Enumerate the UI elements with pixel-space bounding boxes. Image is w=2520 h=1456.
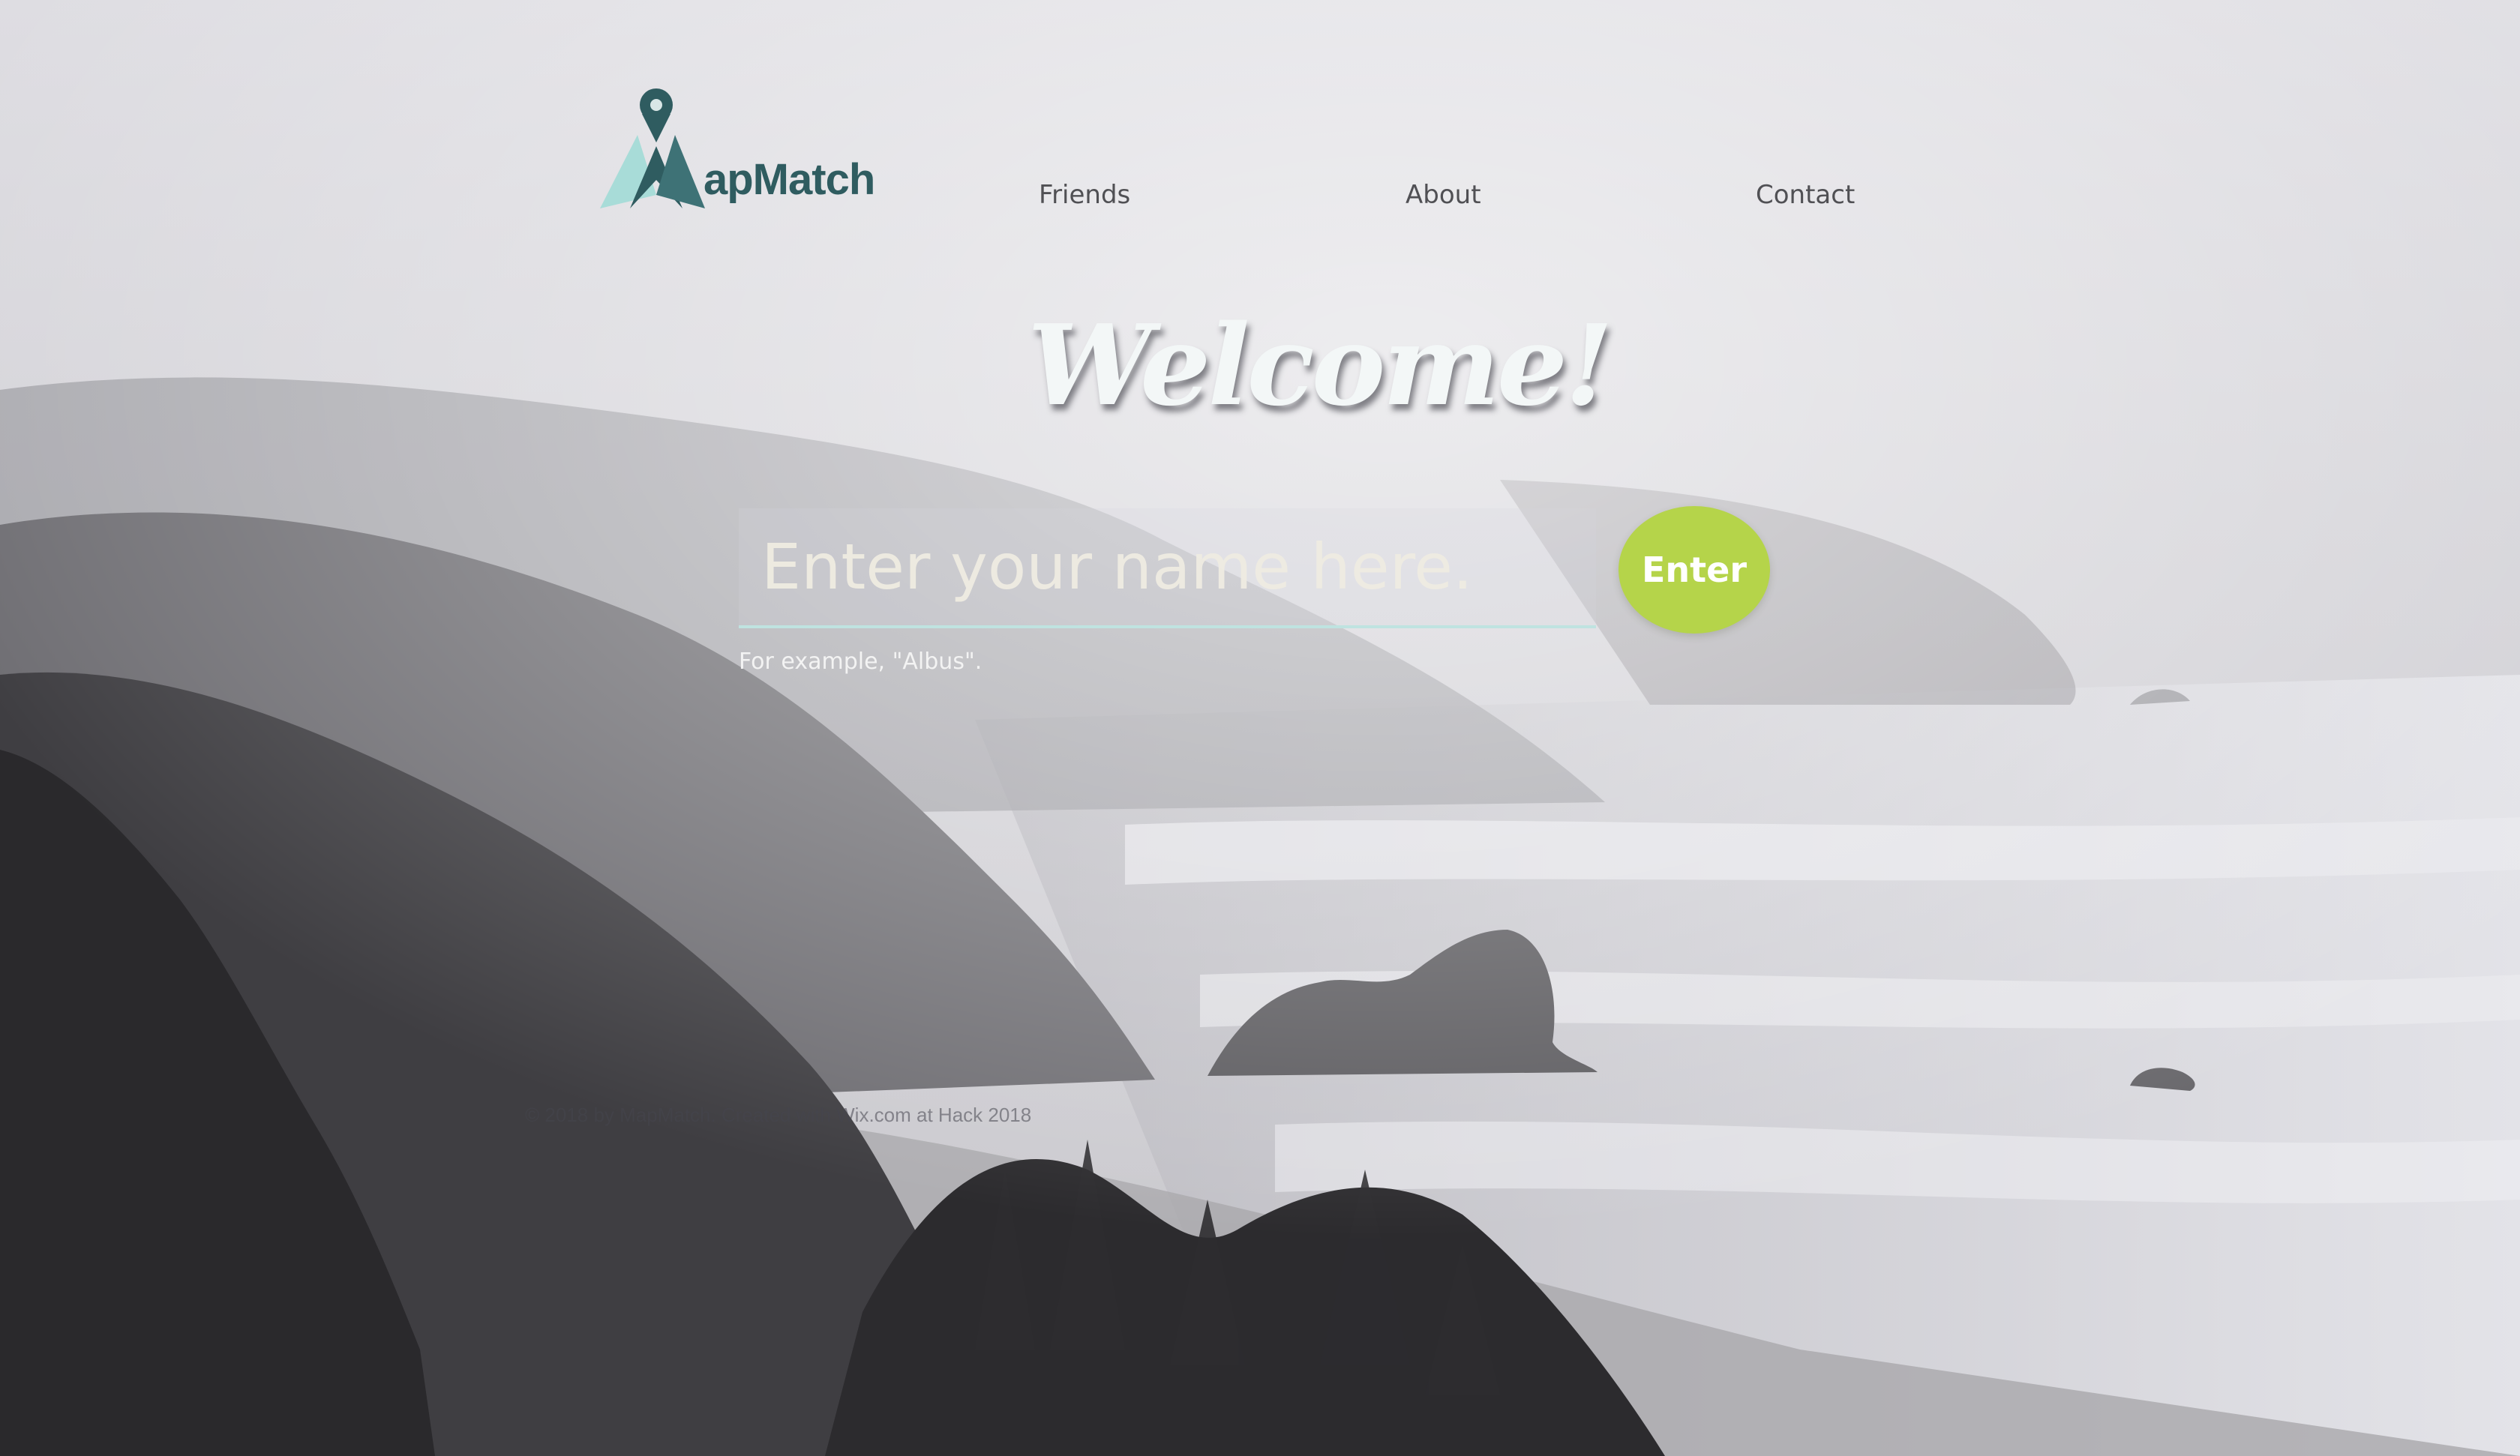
- enter-button[interactable]: Enter: [1618, 506, 1770, 634]
- name-input[interactable]: [739, 508, 1596, 625]
- nav-item-contact[interactable]: Contact: [1756, 180, 1855, 210]
- page-title: Welcome!: [1028, 300, 1613, 430]
- main-nav: Friends About Contact: [0, 180, 2520, 225]
- footer-copyright: © 2018 by MapMatch. Created with Wix.com…: [525, 1104, 1032, 1126]
- nav-item-about[interactable]: About: [1406, 180, 1481, 210]
- name-field: [739, 508, 1596, 628]
- nav-item-friends[interactable]: Friends: [1039, 180, 1130, 210]
- name-hint: For example, "Albus".: [739, 649, 982, 675]
- landing-page: apMatch Friends About Contact Welcome! E…: [0, 0, 2520, 1456]
